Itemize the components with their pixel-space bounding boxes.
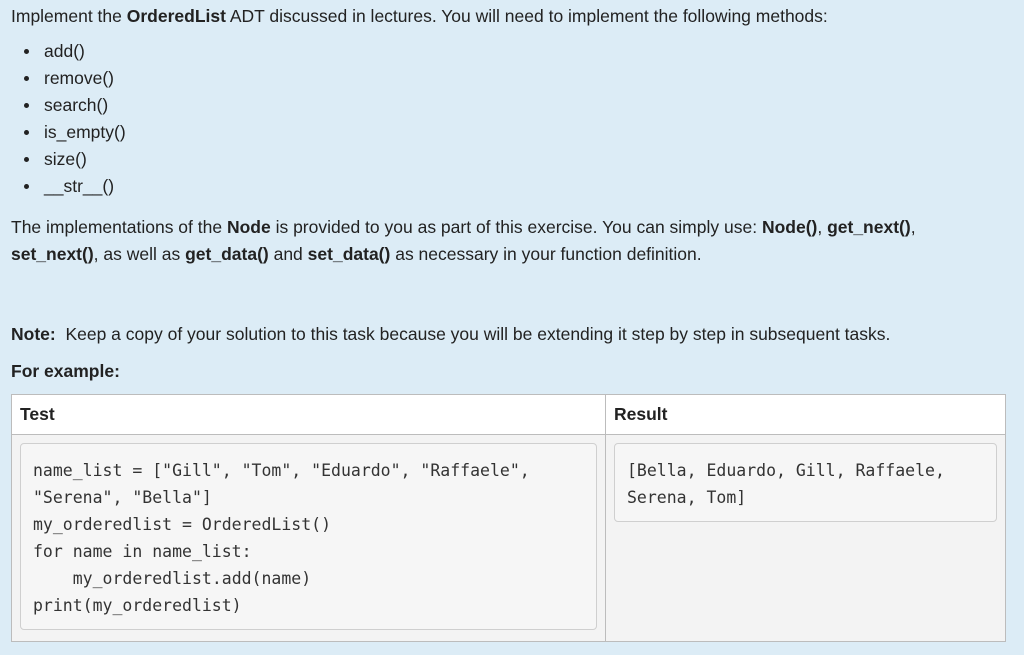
separator: , [910,217,916,237]
test-column-header: Test [11,394,606,435]
intro-paragraph: Implement the OrderedList ADT discussed … [11,5,828,27]
note-paragraph: Note: Keep a copy of your solution to th… [11,321,890,348]
get-next-method: get_next() [827,217,911,237]
result-output-block: [Bella, Eduardo, Gill, Raffaele, Serena,… [614,443,997,522]
test-cell: name_list = ["Gill", "Tom", "Eduardo", "… [11,434,606,642]
test-code-block: name_list = ["Gill", "Tom", "Eduardo", "… [20,443,597,630]
note-text: Keep a copy of your solution to this tas… [55,324,891,344]
get-data-method: get_data() [185,244,269,264]
table-row: name_list = ["Gill", "Tom", "Eduardo", "… [11,434,1006,642]
list-item: size() [0,146,126,173]
separator: , [817,217,828,237]
list-item: is_empty() [0,119,126,146]
list-item: __str__() [0,173,126,200]
node-paragraph: The implementations of the Node is provi… [11,214,1001,268]
note-label: Note: [11,324,56,344]
question-text: Implement the OrderedList ADT discussed … [0,0,1024,655]
example-table: Test Result name_list = ["Gill", "Tom", … [11,394,1006,642]
node-text: as necessary in your function definition… [390,244,702,264]
node-text: is provided to you as part of this exerc… [270,217,762,237]
table-header-row: Test Result [11,394,1006,435]
set-data-method: set_data() [307,244,391,264]
node-constructor: Node() [761,217,818,237]
node-class-name: Node [226,217,271,237]
example-heading: For example: [11,361,120,381]
node-text: and [268,244,308,264]
list-item: add() [0,38,126,65]
intro-text-end: ADT discussed in lectures. You will need… [225,6,828,26]
node-text: The implementations of the [11,217,227,237]
list-item: search() [0,92,126,119]
result-column-header: Result [605,394,1006,435]
list-item: remove() [0,65,126,92]
result-cell: [Bella, Eduardo, Gill, Raffaele, Serena,… [605,434,1006,642]
method-list: add() remove() search() is_empty() size(… [0,38,126,200]
set-next-method: set_next() [11,244,94,264]
intro-text: Implement the [11,6,127,26]
node-text: , as well as [93,244,186,264]
adt-name: OrderedList [126,6,226,26]
